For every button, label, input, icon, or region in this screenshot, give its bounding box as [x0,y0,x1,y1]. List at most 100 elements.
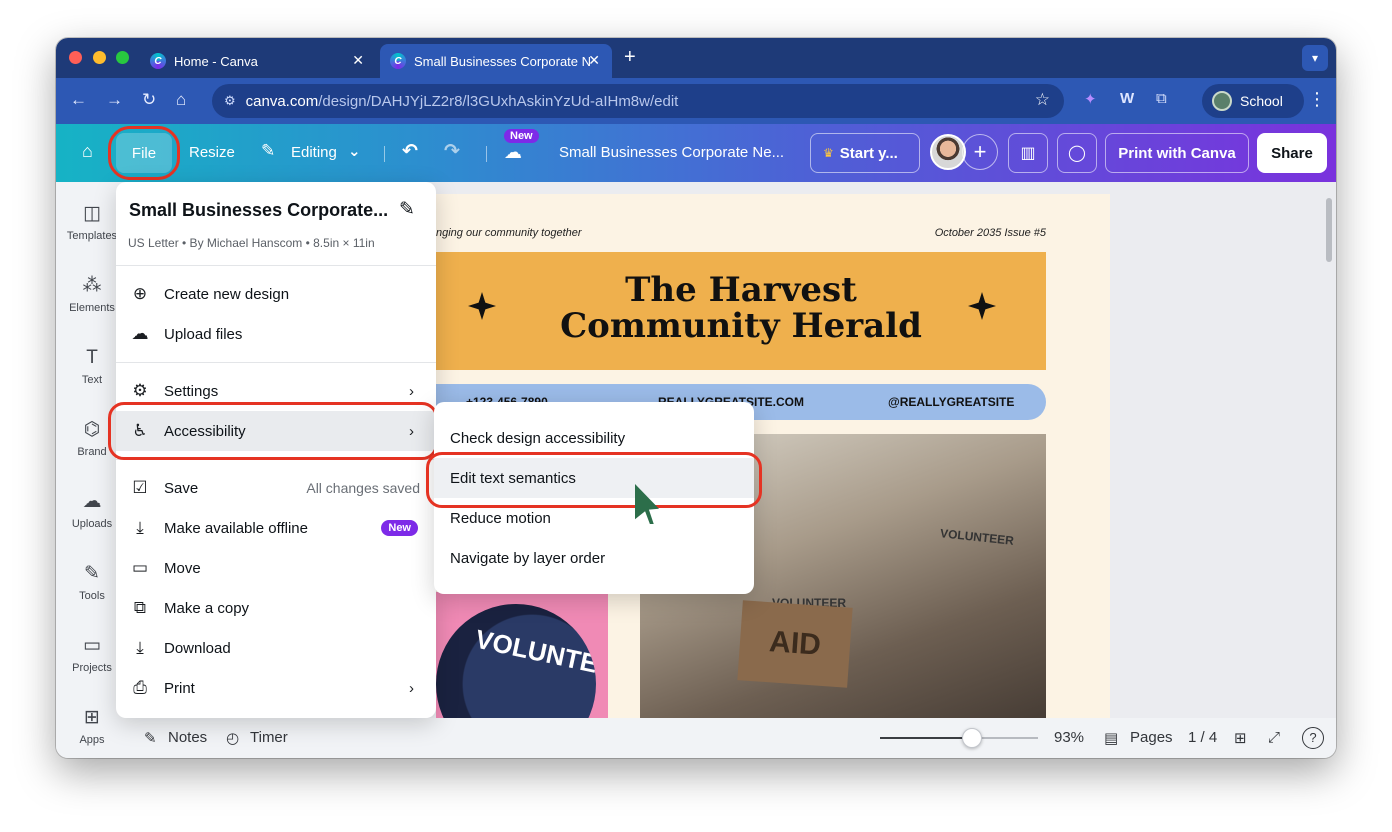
upload-cloud-icon: ☁ [131,324,149,343]
menu-item-label: Settings [164,382,219,400]
save-cloud-check-icon: ☑ [132,478,148,497]
design-title[interactable]: Small Businesses Corporate Ne... [559,144,784,161]
user-avatar[interactable] [930,134,966,170]
contact-handle: @REALLYGREATSITE [888,395,1015,409]
divider [116,362,436,363]
home-icon[interactable]: ⌂ [176,90,186,110]
zoom-slider-thumb[interactable] [961,728,982,748]
url-bar[interactable]: ⚙ canva.com/design/DAHJYjLZ2r8/l3GUxhAsk… [212,84,1064,118]
browser-menu-icon[interactable]: ⋮ [1308,89,1326,110]
menu-item-save[interactable]: ☑ Save All changes saved [116,468,436,508]
insights-chart-icon[interactable]: ▥ [1008,133,1048,173]
canva-favicon-icon: C [150,53,166,69]
new-design-plus-icon: ⊕ [132,284,148,303]
header-divider [384,146,385,162]
grid-view-icon[interactable]: ⊞ [1234,729,1247,747]
site-settings-icon[interactable]: ⚙ [224,93,236,109]
profile-name: School [1240,93,1283,109]
menu-item-make-available-offline[interactable]: ⤓ Make available offline New [116,508,436,548]
menu-item-upload-files[interactable]: ☁ Upload files [116,314,436,354]
newsletter-title[interactable]: The Harvest Community Herald [436,272,1046,344]
header-divider [486,146,487,162]
editor-footer: ✎ Notes ◴ Timer 93% ▤ Pages 1 / 4 ⊞ ⤢ ? [128,718,1336,758]
notes-button[interactable]: Notes [168,729,207,746]
zoom-slider-fill [880,737,972,739]
print-with-canva-button[interactable]: Print with Canva [1105,133,1249,173]
circle-photo-text: VOLUNTEER [472,623,596,687]
reload-icon[interactable]: ↻ [142,90,156,110]
newsletter-banner[interactable]: The Harvest Community Herald [436,252,1046,370]
pages-button[interactable]: Pages [1130,729,1173,746]
extensions-puzzle-icon[interactable]: ⧉ [1156,90,1167,107]
zoom-level[interactable]: 93% [1054,729,1084,746]
share-button[interactable]: Share [1257,133,1327,173]
crown-icon: ♛ [823,146,834,160]
tab-title: Home - Canva [174,53,258,69]
accessibility-highlight-annotation [108,402,438,460]
timer-icon[interactable]: ◴ [226,729,239,747]
menu-item-print[interactable]: ⎙ Print › [116,668,436,708]
new-badge: New [504,129,539,143]
close-window-button[interactable] [69,51,82,64]
newsletter-issue[interactable]: October 2035 Issue #5 [935,227,1046,239]
timer-button[interactable]: Timer [250,729,288,746]
save-status-cloud-icon[interactable]: ☁ [504,142,522,163]
canva-home-icon[interactable]: ⌂ [82,141,93,162]
extension-fw-icon[interactable]: ✦ [1084,90,1097,108]
minimize-window-button[interactable] [93,51,106,64]
maximize-window-button[interactable] [116,51,129,64]
pencil-icon: ✎ [261,141,276,160]
tab-search-chevron-icon[interactable]: ▾ [1302,45,1328,71]
url-host: canva.com [245,92,319,110]
menu-item-make-a-copy[interactable]: ⧉ Make a copy [116,588,436,628]
add-collaborator-button[interactable]: + [962,134,998,170]
new-badge: New [381,520,418,536]
extension-w-icon[interactable]: W [1120,90,1134,107]
forward-arrow-icon[interactable]: → [106,90,123,110]
resize-button[interactable]: Resize [189,144,235,161]
tab-strip: C Home - Canva ✕ C Small Businesses Corp… [56,38,1336,78]
new-tab-button[interactable]: + [624,46,636,69]
menu-item-move[interactable]: ▭ Move [116,548,436,588]
undo-icon[interactable]: ↶ [402,140,418,163]
printer-icon: ⎙ [133,678,147,697]
fullscreen-icon[interactable]: ⤢ [1268,729,1280,746]
aid-box: AID [737,600,853,688]
address-bar-row: ← → ↻ ⌂ ⚙ canva.com/design/DAHJYjLZ2r8/l… [56,78,1336,124]
newsletter-tagline[interactable]: nging our community together [436,227,582,239]
chevron-right-icon: › [409,679,414,697]
close-tab-icon[interactable]: ✕ [588,52,600,69]
tab-home-canva[interactable]: C Home - Canva ✕ [140,44,376,78]
chevron-right-icon: › [409,382,414,400]
submenu-item-navigate-by-layer-order[interactable]: Navigate by layer order [434,538,754,578]
comment-icon[interactable]: ◯ [1057,133,1097,173]
submenu-item-label: Check design accessibility [450,429,626,447]
tab-small-businesses[interactable]: C Small Businesses Corporate N ✕ [380,44,612,78]
pages-icon[interactable]: ▤ [1104,729,1118,747]
start-trial-label: Start y... [839,144,898,162]
url-path: /design/DAHJYjLZ2r8/l3GUxhAskinYzUd-aIHm… [318,92,679,110]
help-icon[interactable]: ? [1302,727,1324,749]
canva-favicon-icon: C [390,53,406,69]
zoom-slider[interactable] [880,728,1038,748]
canvas-scrollbar[interactable] [1326,198,1332,262]
file-highlight-annotation [108,126,180,180]
menu-item-download[interactable]: ⤓ Download [116,628,436,668]
download-icon: ⤓ [136,638,144,657]
redo-icon[interactable]: ↷ [444,140,460,163]
start-trial-button[interactable]: ♛ Start y... [810,133,920,173]
profile-button[interactable]: School [1202,84,1304,118]
offline-download-icon: ⤓ [136,518,144,537]
menu-item-create-new-design[interactable]: ⊕ Create new design [116,274,436,314]
bookmark-star-icon[interactable]: ☆ [1035,90,1050,110]
chevron-down-icon[interactable]: ⌄ [348,142,361,160]
canva-header: ⌂ File Resize ✎ Editing ⌄ ↶ ↷ New ☁ Smal… [56,124,1336,182]
notes-icon[interactable]: ✎ [144,729,157,747]
menu-item-label: Upload files [164,325,243,343]
close-tab-icon[interactable]: ✕ [352,52,364,69]
menu-item-label: Make a copy [164,599,250,617]
editing-mode-button[interactable]: Editing [291,144,337,161]
rename-pencil-icon[interactable]: ✎ [399,198,415,221]
submenu-item-label: Reduce motion [450,509,551,527]
back-arrow-icon[interactable]: ← [70,90,87,110]
